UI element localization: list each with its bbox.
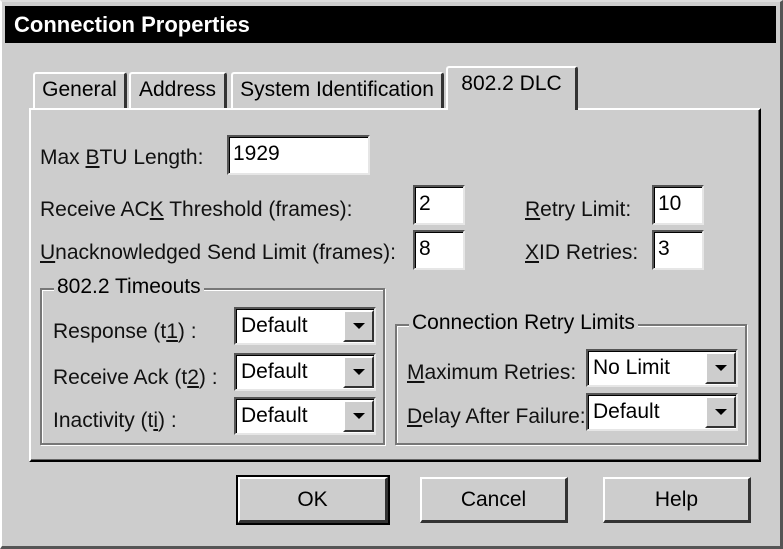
tab-802-2-dlc[interactable]: 802.2 DLC xyxy=(446,66,578,110)
maximum-retries-dropdown[interactable]: No Limit xyxy=(586,349,738,387)
timeouts-groupbox: 802.2 Timeouts Response (t1) : Default R… xyxy=(40,275,385,445)
receive-ack-threshold-input[interactable]: 2 xyxy=(413,185,465,225)
chevron-down-icon[interactable] xyxy=(343,356,374,388)
receive-ack-t2-label: Receive Ack (t2) : xyxy=(53,366,218,389)
inactivity-ti-dropdown[interactable]: Default xyxy=(234,397,376,435)
tab-label: Address xyxy=(138,78,217,101)
tab-panel-802-2-dlc: Max BTU Length: 1929 Receive ACK Thresho… xyxy=(29,108,761,462)
dropdown-value: Default xyxy=(241,314,308,337)
max-btu-length-label: Max BTU Length: xyxy=(40,146,204,169)
retry-limit-input[interactable]: 10 xyxy=(652,185,704,225)
unacknowledged-send-limit-label: Unacknowledged Send Limit (frames): xyxy=(40,241,397,264)
maximum-retries-label: Maximum Retries: xyxy=(407,361,577,384)
connection-retry-limits-groupbox: Connection Retry Limits Maximum Retries:… xyxy=(395,311,747,445)
ok-button[interactable]: OK xyxy=(236,475,390,525)
receive-ack-threshold-label: Receive ACK Threshold (frames): xyxy=(40,198,353,221)
xid-retries-label: XID Retries: xyxy=(525,241,639,264)
retry-limit-label: Retry Limit: xyxy=(525,198,632,221)
chevron-down-icon[interactable] xyxy=(343,400,374,432)
cancel-button[interactable]: Cancel xyxy=(420,477,568,523)
timeouts-group-title: 802.2 Timeouts xyxy=(54,275,204,299)
title-bar: Connection Properties xyxy=(5,6,776,43)
inactivity-ti-label: Inactivity (ti) : xyxy=(53,409,177,432)
connection-retry-limits-group-title: Connection Retry Limits xyxy=(409,311,638,335)
tab-address[interactable]: Address xyxy=(129,72,227,108)
chevron-down-icon[interactable] xyxy=(343,310,374,342)
unacknowledged-send-limit-input[interactable]: 8 xyxy=(413,230,465,270)
help-button[interactable]: Help xyxy=(603,477,751,523)
chevron-down-icon[interactable] xyxy=(705,352,736,384)
dropdown-value: No Limit xyxy=(593,356,671,379)
tab-general[interactable]: General xyxy=(33,72,127,108)
tab-label: General xyxy=(42,78,117,101)
max-btu-length-input[interactable]: 1929 xyxy=(227,135,370,175)
receive-ack-t2-dropdown[interactable]: Default xyxy=(234,353,376,391)
dropdown-value: Default xyxy=(593,400,660,423)
tab-label: 802.2 DLC xyxy=(461,72,562,95)
delay-after-failure-dropdown[interactable]: Default xyxy=(586,393,738,431)
tab-label: System Identification xyxy=(240,78,434,101)
window-title: Connection Properties xyxy=(14,12,250,37)
tab-system-identification[interactable]: System Identification xyxy=(231,72,444,108)
response-t1-label: Response (t1) : xyxy=(53,320,197,343)
response-t1-dropdown[interactable]: Default xyxy=(234,307,376,345)
dropdown-value: Default xyxy=(241,360,308,383)
connection-properties-dialog: Connection Properties General Address Sy… xyxy=(0,0,783,549)
dropdown-value: Default xyxy=(241,404,308,427)
xid-retries-input[interactable]: 3 xyxy=(652,230,704,270)
chevron-down-icon[interactable] xyxy=(705,396,736,428)
delay-after-failure-label: Delay After Failure: xyxy=(407,405,586,428)
